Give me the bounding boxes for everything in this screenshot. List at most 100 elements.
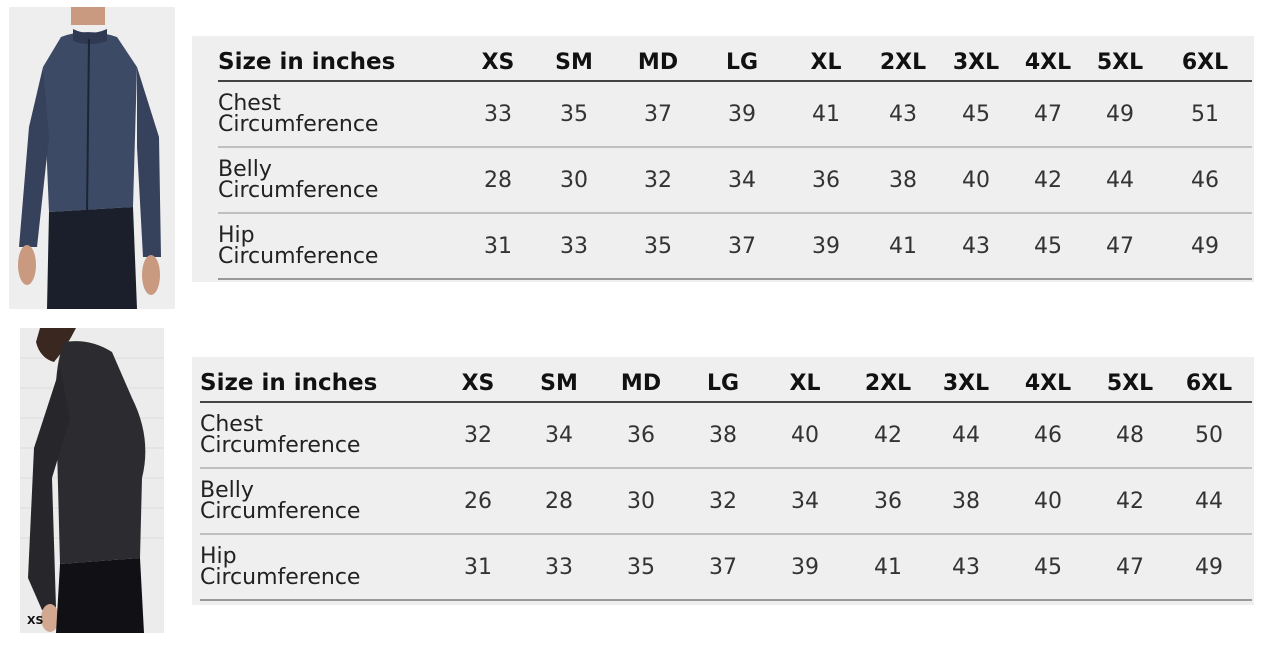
size-column-header: 2XL xyxy=(868,44,938,82)
size-in-inches-heading: Size in inches xyxy=(218,44,464,82)
row-label-line: Circumference xyxy=(218,178,379,203)
size-column-header: 2XL xyxy=(846,365,930,403)
table-header-row: Size in inches XS SM MD LG XL 2XL 3XL 4X… xyxy=(200,365,1252,403)
table-row: Chest Circumference 32 34 36 38 40 42 44… xyxy=(200,402,1252,469)
measurement-cell: 32 xyxy=(438,402,518,469)
measurement-cell: 40 xyxy=(938,147,1014,214)
size-column-header: 5XL xyxy=(1082,44,1158,82)
measurement-cell: 47 xyxy=(1094,534,1166,601)
measurement-cell: 41 xyxy=(868,213,938,280)
size-column-header: XS xyxy=(438,365,518,403)
measurement-cell: 49 xyxy=(1166,534,1252,601)
size-column-header: SM xyxy=(518,365,600,403)
row-label-line: Chest xyxy=(218,91,281,116)
measurement-cell: 40 xyxy=(1002,468,1094,535)
measurement-cell: 41 xyxy=(846,534,930,601)
mens-jersey-illustration xyxy=(9,7,175,309)
measurement-cell: 51 xyxy=(1158,81,1252,148)
measurement-cell: 44 xyxy=(1082,147,1158,214)
row-label-line: Circumference xyxy=(218,244,379,269)
row-label-line: Circumference xyxy=(218,112,379,137)
measurement-cell: 45 xyxy=(1014,213,1082,280)
measurement-cell: 38 xyxy=(930,468,1002,535)
measurement-cell: 50 xyxy=(1166,402,1252,469)
measurement-cell: 45 xyxy=(938,81,1014,148)
size-column-header: MD xyxy=(616,44,700,82)
measurement-cell: 45 xyxy=(1002,534,1094,601)
measurement-cell: 47 xyxy=(1014,81,1082,148)
measurement-cell: 36 xyxy=(846,468,930,535)
womens-size-chart: Size in inches XS SM MD LG XL 2XL 3XL 4X… xyxy=(192,357,1254,605)
measurement-cell: 30 xyxy=(600,468,682,535)
measurement-cell: 26 xyxy=(438,468,518,535)
measurement-cell: 33 xyxy=(518,534,600,601)
measurement-cell: 34 xyxy=(764,468,846,535)
measurement-cell: 31 xyxy=(438,534,518,601)
row-label-line: Belly xyxy=(218,157,272,182)
measurement-cell: 42 xyxy=(1094,468,1166,535)
measurement-cell: 43 xyxy=(930,534,1002,601)
measurement-cell: 47 xyxy=(1082,213,1158,280)
measurement-cell: 46 xyxy=(1002,402,1094,469)
measurement-cell: 46 xyxy=(1158,147,1252,214)
size-column-header: 6XL xyxy=(1166,365,1252,403)
row-label-line: Hip xyxy=(218,223,255,248)
measurement-cell: 28 xyxy=(464,147,532,214)
measurement-cell: 28 xyxy=(518,468,600,535)
size-column-header: SM xyxy=(532,44,616,82)
row-label-line: Belly xyxy=(200,478,254,503)
mens-size-chart: Size in inches XS SM MD LG XL 2XL 3XL 4X… xyxy=(192,36,1254,282)
womens-jersey-illustration xyxy=(20,328,164,633)
row-label: Chest Circumference xyxy=(200,402,438,469)
measurement-cell: 33 xyxy=(464,81,532,148)
size-column-header: 3XL xyxy=(930,365,1002,403)
measurement-cell: 35 xyxy=(616,213,700,280)
measurement-cell: 39 xyxy=(784,213,868,280)
measurement-cell: 32 xyxy=(616,147,700,214)
measurement-cell: 34 xyxy=(700,147,784,214)
size-column-header: 6XL xyxy=(1158,44,1252,82)
row-label-line: Circumference xyxy=(200,499,361,524)
size-column-header: XL xyxy=(784,44,868,82)
measurement-cell: 35 xyxy=(532,81,616,148)
measurement-cell: 48 xyxy=(1094,402,1166,469)
measurement-cell: 42 xyxy=(1014,147,1082,214)
measurement-cell: 39 xyxy=(764,534,846,601)
table-row: Belly Circumference 28 30 32 34 36 38 40… xyxy=(218,147,1252,214)
size-column-header: 4XL xyxy=(1014,44,1082,82)
row-label: Belly Circumference xyxy=(200,468,438,535)
size-column-header: XL xyxy=(764,365,846,403)
table-row: Chest Circumference 33 35 37 39 41 43 45… xyxy=(218,81,1252,148)
size-tag: XS xyxy=(27,614,44,627)
measurement-cell: 34 xyxy=(518,402,600,469)
row-label: Hip Circumference xyxy=(200,534,438,601)
row-label-line: Circumference xyxy=(200,565,361,590)
table-row: Hip Circumference 31 33 35 37 39 41 43 4… xyxy=(200,534,1252,601)
size-column-header: LG xyxy=(682,365,764,403)
measurement-cell: 44 xyxy=(1166,468,1252,535)
measurement-cell: 38 xyxy=(682,402,764,469)
size-column-header: MD xyxy=(600,365,682,403)
measurement-cell: 31 xyxy=(464,213,532,280)
womens-size-table: Size in inches XS SM MD LG XL 2XL 3XL 4X… xyxy=(200,365,1252,601)
size-column-header: XS xyxy=(464,44,532,82)
row-label: Chest Circumference xyxy=(218,81,464,148)
size-in-inches-heading: Size in inches xyxy=(200,365,438,403)
size-column-header: LG xyxy=(700,44,784,82)
measurement-cell: 36 xyxy=(600,402,682,469)
measurement-cell: 44 xyxy=(930,402,1002,469)
table-row: Hip Circumference 31 33 35 37 39 41 43 4… xyxy=(218,213,1252,280)
row-label-line: Chest xyxy=(200,412,263,437)
row-label: Belly Circumference xyxy=(218,147,464,214)
table-row: Belly Circumference 26 28 30 32 34 36 38… xyxy=(200,468,1252,535)
measurement-cell: 37 xyxy=(616,81,700,148)
row-label: Hip Circumference xyxy=(218,213,464,280)
size-column-header: 4XL xyxy=(1002,365,1094,403)
measurement-cell: 49 xyxy=(1158,213,1252,280)
measurement-cell: 38 xyxy=(868,147,938,214)
row-label-line: Circumference xyxy=(200,433,361,458)
mens-jersey-photo xyxy=(9,7,175,309)
measurement-cell: 43 xyxy=(938,213,1014,280)
measurement-cell: 37 xyxy=(700,213,784,280)
row-label-line: Hip xyxy=(200,544,237,569)
